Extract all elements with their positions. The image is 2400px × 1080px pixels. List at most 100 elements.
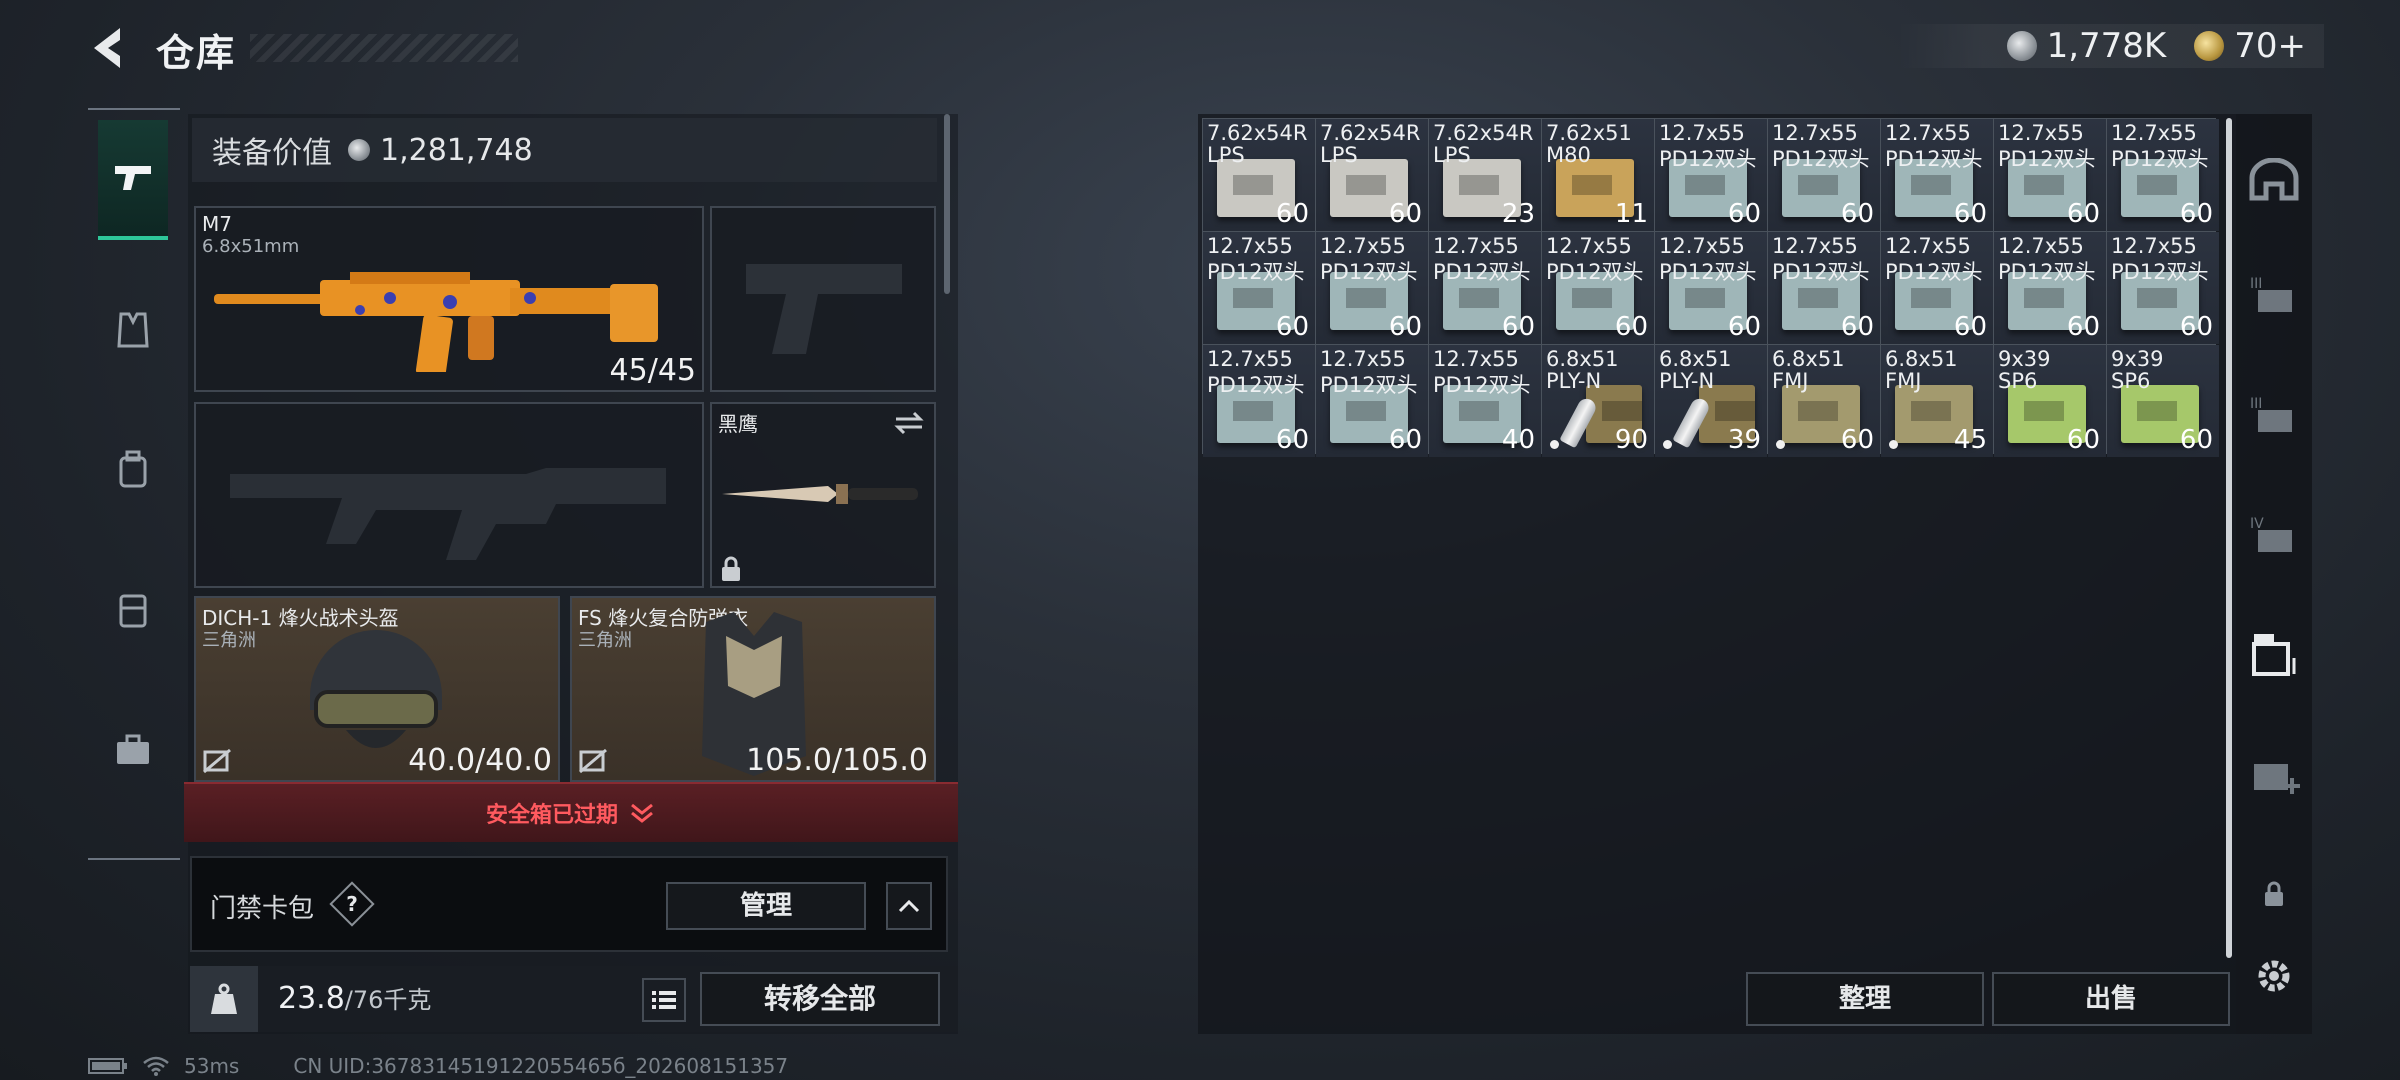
- storage-iv-icon: IV: [2250, 516, 2292, 552]
- swap-icon[interactable]: [892, 410, 926, 436]
- ammo-item[interactable]: 6.8x51 FMJ 45: [1881, 345, 1993, 457]
- ammo-item[interactable]: 12.7x55 PD12双头 60: [1994, 232, 2106, 344]
- ammo-item[interactable]: 12.7x55 PD12双头 40: [1429, 345, 1541, 457]
- ammo-item[interactable]: 12.7x55 PD12双头 60: [1316, 345, 1428, 457]
- ammo-count: 60: [2179, 425, 2213, 455]
- ammo-caliber: 12.7x55: [1207, 347, 1293, 371]
- chest-rig-tab[interactable]: [98, 550, 168, 670]
- ammo-item[interactable]: 6.8x51 PLY-N 39: [1655, 345, 1767, 457]
- ammo-count: 11: [1614, 199, 1648, 229]
- ammo-item[interactable]: 9x39 SP6 60: [1994, 345, 2106, 457]
- ammo-item[interactable]: 12.7x55 PD12双头 60: [1655, 119, 1767, 231]
- ammo-item[interactable]: 7.62x51 M80 11: [1542, 119, 1654, 231]
- storage-page-5-tab[interactable]: [2244, 624, 2304, 684]
- ammo-count: 60: [1501, 312, 1535, 342]
- weight-icon-box: [190, 966, 258, 1032]
- ammo-item[interactable]: 12.7x55 PD12双头 60: [1768, 232, 1880, 344]
- ammo-item[interactable]: 12.7x55 PD12双头 60: [1316, 232, 1428, 344]
- wifi-icon: [143, 1056, 169, 1076]
- back-arrow-icon: [94, 28, 120, 68]
- equipment-category-tabs: [88, 108, 180, 860]
- ammo-item[interactable]: 12.7x55 PD12双头 60: [2107, 232, 2219, 344]
- ammo-item[interactable]: 6.8x51 PLY-N 90: [1542, 345, 1654, 457]
- transfer-all-button[interactable]: 转移全部: [700, 972, 940, 1026]
- keycard-label: 门禁卡包: [210, 894, 315, 924]
- arch-icon: [2249, 158, 2299, 201]
- list-icon: [652, 991, 676, 1009]
- ammo-count: 60: [1388, 199, 1422, 229]
- storage-add-tab[interactable]: [2244, 744, 2304, 804]
- ammo-caliber: 12.7x55: [1885, 234, 1971, 258]
- ammo-item[interactable]: 12.7x55 PD12双头 60: [1881, 232, 1993, 344]
- ammo-count: 39: [1727, 425, 1761, 455]
- storage-iii-icon: III: [2250, 396, 2292, 432]
- safebox-expired-bar[interactable]: 安全箱已过期: [184, 782, 958, 842]
- ammo-caliber: 12.7x55: [2111, 121, 2197, 145]
- sidearm-slot[interactable]: [710, 206, 936, 392]
- ammo-item[interactable]: 12.7x55 PD12双头 60: [1994, 119, 2106, 231]
- storage-page-3b-tab[interactable]: III: [2244, 384, 2304, 444]
- helmet-durability: 40.0/40.0: [408, 743, 552, 778]
- ammo-item[interactable]: 7.62x54R LPS 60: [1316, 119, 1428, 231]
- ammo-item[interactable]: 12.7x55 PD12双头 60: [1881, 119, 1993, 231]
- marker-dot: [1776, 440, 1785, 449]
- ammo-item[interactable]: 9x39 SP6 60: [2107, 345, 2219, 457]
- ammo-count: 60: [1275, 425, 1309, 455]
- armor-tab[interactable]: [98, 270, 168, 390]
- storage-page-3a-tab[interactable]: III: [2244, 264, 2304, 324]
- storage-home-tab[interactable]: [2244, 150, 2304, 210]
- storage-page-tabs: III III IV: [2236, 114, 2312, 1034]
- ammo-caliber: 6.8x51: [1885, 347, 1958, 371]
- list-view-button[interactable]: [642, 978, 686, 1022]
- toolbox-tab[interactable]: [98, 690, 168, 810]
- settings-tab[interactable]: [2244, 946, 2304, 1006]
- armor-brand: 三角洲: [578, 630, 632, 651]
- ammo-item[interactable]: 12.7x55 PD12双头 60: [1203, 232, 1315, 344]
- melee-slot[interactable]: 黑鹰: [710, 402, 936, 588]
- user-uid: CN UID:3678314519122055465б_202608151357: [293, 1054, 789, 1078]
- ammo-type: PD12双头: [1207, 373, 1305, 397]
- ammo-item[interactable]: 12.7x55 PD12双头 60: [1203, 345, 1315, 457]
- ammo-item[interactable]: 12.7x55 PD12双头 60: [2107, 119, 2219, 231]
- primary-weapon-slot[interactable]: M7 6.8x51mm 45/45: [194, 206, 704, 392]
- storage-iii-icon: III: [2250, 276, 2292, 312]
- knife-icon: [722, 484, 918, 504]
- ammo-count: 60: [1840, 312, 1874, 342]
- ammo-type: PD12双头: [1885, 147, 1983, 171]
- ammo-count: 60: [1840, 199, 1874, 229]
- helmet-slot[interactable]: DICH-1 烽火战术头盔 三角洲 40.0/40.0: [194, 596, 560, 782]
- ammo-type: PD12双头: [1659, 260, 1757, 284]
- sort-button[interactable]: 整理: [1746, 972, 1984, 1026]
- ammo-item[interactable]: 7.62x54R LPS 60: [1203, 119, 1315, 231]
- ammo-type: PD12双头: [1433, 373, 1531, 397]
- firearms-tab[interactable]: [98, 120, 168, 240]
- lock-tab[interactable]: [2244, 864, 2304, 924]
- manage-button[interactable]: 管理: [666, 882, 866, 930]
- storage-scrollbar[interactable]: [2226, 118, 2232, 958]
- pistol-silhouette-icon: [746, 264, 902, 354]
- armor-slot[interactable]: FS 烽火复合防弹衣 三角洲 105.0/105.0: [570, 596, 936, 782]
- ammo-caliber: 9x39: [2111, 347, 2164, 371]
- ammo-caliber: 12.7x55: [1659, 234, 1745, 258]
- sell-button[interactable]: 出售: [1992, 972, 2230, 1026]
- ammo-item[interactable]: 12.7x55 PD12双头 60: [1542, 232, 1654, 344]
- ammo-item[interactable]: 12.7x55 PD12双头 60: [1768, 119, 1880, 231]
- ammo-item[interactable]: 6.8x51 FMJ 60: [1768, 345, 1880, 457]
- secondary-weapon-slot[interactable]: [194, 402, 704, 588]
- backpack-tab[interactable]: [98, 410, 168, 530]
- gold-balance[interactable]: 70+: [2234, 26, 2306, 66]
- ammo-type: FMJ: [1885, 369, 1922, 393]
- carry-weight-max: /76千克: [344, 986, 432, 1014]
- ammo-type: PD12双头: [1320, 260, 1418, 284]
- ammo-item[interactable]: 12.7x55 PD12双头 60: [1429, 232, 1541, 344]
- equipment-scrollbar[interactable]: [944, 114, 950, 294]
- ammo-caliber: 12.7x55: [1320, 347, 1406, 371]
- back-button[interactable]: [84, 22, 134, 74]
- help-icon[interactable]: ?: [329, 881, 375, 927]
- ammo-item[interactable]: 12.7x55 PD12双头 60: [1655, 232, 1767, 344]
- ammo-caliber: 12.7x55: [1659, 121, 1745, 145]
- collapse-button[interactable]: [886, 882, 932, 930]
- ammo-item[interactable]: 7.62x54R LPS 23: [1429, 119, 1541, 231]
- storage-page-4-tab[interactable]: IV: [2244, 504, 2304, 564]
- ammo-count: 60: [2066, 312, 2100, 342]
